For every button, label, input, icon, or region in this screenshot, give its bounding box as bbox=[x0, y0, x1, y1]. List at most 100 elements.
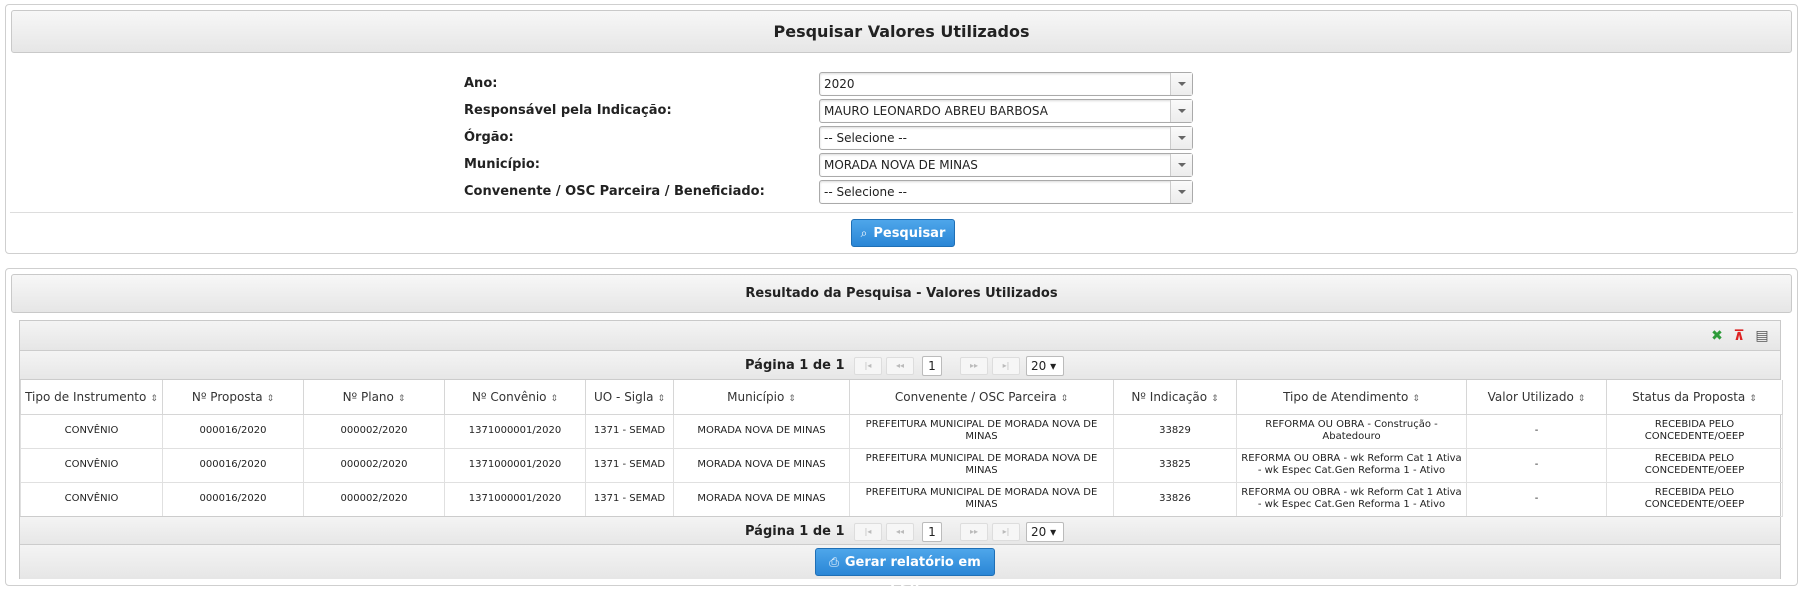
first-page-button[interactable]: |◂ bbox=[854, 357, 882, 375]
form-divider bbox=[10, 212, 1793, 213]
form-row-orgao: Órgão: -- Selecione -- bbox=[464, 126, 1204, 150]
next-page-button[interactable]: ▸▸ bbox=[960, 523, 988, 541]
table-cell: 000002/2020 bbox=[303, 447, 445, 483]
sort-icon[interactable]: ⇕ bbox=[657, 394, 665, 404]
chevron-down-icon[interactable] bbox=[1170, 181, 1192, 203]
orgao-value: -- Selecione -- bbox=[824, 131, 907, 145]
column-header-label: Valor Utilizado bbox=[1487, 389, 1574, 404]
search-title: Pesquisar Valores Utilizados bbox=[11, 10, 1792, 53]
table-cell: 33825 bbox=[1113, 447, 1237, 483]
table-cell: MORADA NOVA DE MINAS bbox=[673, 413, 850, 449]
sort-icon[interactable]: ⇕ bbox=[788, 394, 796, 404]
csv-button-label: Gerar relatório em CSV bbox=[844, 555, 981, 596]
column-header[interactable]: Valor Utilizado ⇕ bbox=[1466, 380, 1607, 415]
chevron-down-icon[interactable] bbox=[1170, 127, 1192, 149]
table-cell: 1371 - SEMAD bbox=[585, 413, 674, 449]
municipio-select[interactable]: MORADA NOVA DE MINAS bbox=[819, 153, 1193, 177]
last-page-button[interactable]: ▸| bbox=[992, 523, 1020, 541]
table-row[interactable]: CONVÊNIO 000016/2020 000002/2020 1371000001… bbox=[20, 413, 1783, 449]
ano-select[interactable]: 2020 bbox=[819, 72, 1193, 96]
grid-toolbar: ✖ ⊼ ▤ bbox=[20, 321, 1780, 351]
table-cell: REFORMA OU OBRA - Construção - Abatedour… bbox=[1236, 413, 1467, 449]
table-cell: 1371000001/2020 bbox=[444, 413, 586, 449]
table-cell: 000002/2020 bbox=[303, 413, 445, 449]
magnifier-icon: ⌕ bbox=[860, 226, 868, 240]
chevron-down-icon[interactable] bbox=[1170, 154, 1192, 176]
responsavel-value: MAURO LEONARDO ABREU BARBOSA bbox=[824, 104, 1048, 118]
convenente-select[interactable]: -- Selecione -- bbox=[819, 180, 1193, 204]
sort-icon[interactable]: ⇕ bbox=[1578, 394, 1586, 404]
grid-footer: ⎙ Gerar relatório em CSV bbox=[20, 545, 1780, 596]
prev-page-button[interactable]: ◂◂ bbox=[886, 523, 914, 541]
table-cell: 000016/2020 bbox=[162, 481, 304, 517]
sort-icon[interactable]: ⇕ bbox=[1412, 394, 1420, 404]
form-row-convenente: Convenente / OSC Parceira / Beneficiado:… bbox=[464, 180, 1204, 204]
page-size-select[interactable]: 20 ▾ bbox=[1026, 356, 1064, 376]
column-header[interactable]: Nº Convênio ⇕ bbox=[444, 380, 586, 415]
column-header[interactable]: Tipo de Atendimento ⇕ bbox=[1236, 380, 1467, 415]
column-header-label: Município bbox=[727, 389, 785, 404]
table-cell: - bbox=[1466, 447, 1607, 483]
results-grid: ✖ ⊼ ▤ Página 1 de 1 |◂ ◂◂ 1 ▸▸ ▸| 20 ▾ T… bbox=[19, 320, 1783, 596]
table-cell: MORADA NOVA DE MINAS bbox=[673, 481, 850, 517]
sort-icon[interactable]: ⇕ bbox=[398, 394, 406, 404]
table-cell: 1371000001/2020 bbox=[444, 447, 586, 483]
sort-icon[interactable]: ⇕ bbox=[1749, 394, 1757, 404]
next-page-button[interactable]: ▸▸ bbox=[960, 357, 988, 375]
report-icon: ⎙ bbox=[829, 555, 839, 569]
chevron-down-icon[interactable] bbox=[1170, 100, 1192, 122]
column-header[interactable]: Município ⇕ bbox=[673, 380, 850, 415]
convenente-value: -- Selecione -- bbox=[824, 185, 907, 199]
responsavel-select[interactable]: MAURO LEONARDO ABREU BARBOSA bbox=[819, 99, 1193, 123]
results-table: Tipo de Instrumento ⇕ Nº Proposta ⇕ Nº Plano… bbox=[20, 380, 1783, 517]
search-panel: Pesquisar Valores Utilizados Ano: 2020 R… bbox=[5, 4, 1798, 254]
table-row[interactable]: CONVÊNIO 000016/2020 000002/2020 1371000001… bbox=[20, 481, 1783, 517]
csv-report-button[interactable]: ⎙ Gerar relatório em CSV bbox=[815, 548, 995, 596]
results-title: Resultado da Pesquisa - Valores Utilizad… bbox=[11, 274, 1792, 313]
sort-icon[interactable]: ⇕ bbox=[150, 394, 158, 404]
table-row[interactable]: CONVÊNIO 000016/2020 000002/2020 1371000001… bbox=[20, 447, 1783, 483]
pager-top: Página 1 de 1 |◂ ◂◂ 1 ▸▸ ▸| 20 ▾ bbox=[20, 351, 1780, 380]
sort-icon[interactable]: ⇕ bbox=[551, 394, 559, 404]
page-number[interactable]: 1 bbox=[922, 356, 942, 376]
sort-icon[interactable]: ⇕ bbox=[267, 394, 275, 404]
results-table-wrap: Tipo de Instrumento ⇕ Nº Proposta ⇕ Nº Plano… bbox=[20, 380, 1783, 517]
table-cell: - bbox=[1466, 481, 1607, 517]
page-size-select[interactable]: 20 ▾ bbox=[1026, 522, 1064, 542]
table-cell: - bbox=[1466, 413, 1607, 449]
municipio-label: Município: bbox=[464, 157, 540, 172]
table-cell: RECEBIDA PELO CONCEDENTE/OEEP bbox=[1606, 481, 1783, 517]
sort-icon[interactable]: ⇕ bbox=[1211, 394, 1219, 404]
column-header[interactable]: Status da Proposta ⇕ bbox=[1606, 380, 1783, 415]
table-cell: PREFEITURA MUNICIPAL DE MORADA NOVA DE M… bbox=[849, 413, 1114, 449]
column-header[interactable]: Tipo de Instrumento ⇕ bbox=[20, 380, 163, 415]
ano-label: Ano: bbox=[464, 76, 498, 91]
column-header[interactable]: Nº Indicação ⇕ bbox=[1113, 380, 1237, 415]
table-cell: MORADA NOVA DE MINAS bbox=[673, 447, 850, 483]
chevron-down-icon[interactable] bbox=[1170, 73, 1192, 95]
table-cell: 000016/2020 bbox=[162, 447, 304, 483]
column-header[interactable]: UO - Sigla ⇕ bbox=[585, 380, 674, 415]
page-number[interactable]: 1 bbox=[922, 522, 942, 542]
last-page-button[interactable]: ▸| bbox=[992, 357, 1020, 375]
excel-icon[interactable]: ✖ bbox=[1708, 327, 1726, 345]
prev-page-button[interactable]: ◂◂ bbox=[886, 357, 914, 375]
municipio-value: MORADA NOVA DE MINAS bbox=[824, 158, 978, 172]
column-header-label: Tipo de Atendimento bbox=[1283, 389, 1409, 404]
table-cell: 000016/2020 bbox=[162, 413, 304, 449]
column-header[interactable]: Nº Plano ⇕ bbox=[303, 380, 445, 415]
results-panel: Resultado da Pesquisa - Valores Utilizad… bbox=[5, 268, 1798, 596]
search-button[interactable]: ⌕ Pesquisar bbox=[851, 219, 955, 247]
form-row-ano: Ano: 2020 bbox=[464, 72, 1204, 96]
sort-icon[interactable]: ⇕ bbox=[1061, 394, 1069, 404]
table-cell: PREFEITURA MUNICIPAL DE MORADA NOVA DE M… bbox=[849, 481, 1114, 517]
column-header-label: Nº Indicação bbox=[1131, 389, 1208, 404]
pdf-icon[interactable]: ⊼ bbox=[1730, 327, 1748, 345]
table-cell: 1371 - SEMAD bbox=[585, 447, 674, 483]
table-cell: RECEBIDA PELO CONCEDENTE/OEEP bbox=[1606, 413, 1783, 449]
column-header[interactable]: Convenente / OSC Parceira ⇕ bbox=[849, 380, 1114, 415]
first-page-button[interactable]: |◂ bbox=[854, 523, 882, 541]
print-icon[interactable]: ▤ bbox=[1753, 327, 1771, 345]
column-header[interactable]: Nº Proposta ⇕ bbox=[162, 380, 304, 415]
orgao-select[interactable]: -- Selecione -- bbox=[819, 126, 1193, 150]
